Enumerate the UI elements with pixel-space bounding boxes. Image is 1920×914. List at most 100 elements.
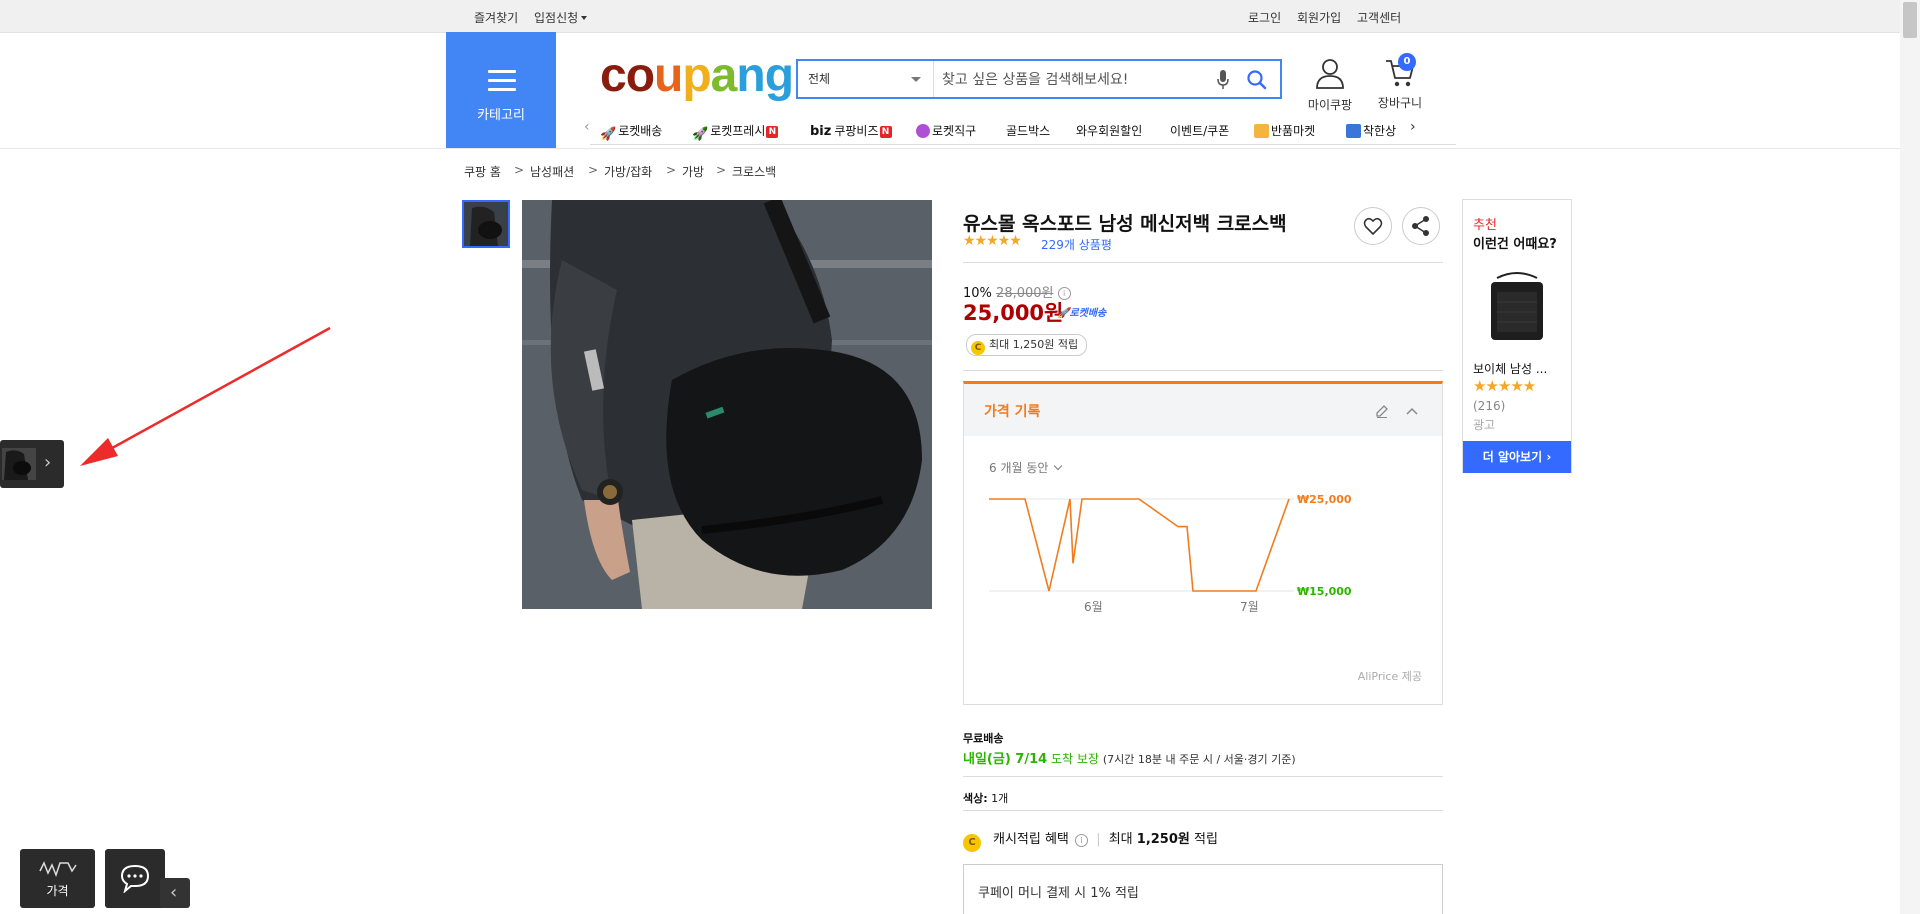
category-label: 카테고리 xyxy=(477,108,525,123)
coupay-box[interactable]: 쿠페이 머니 결제 시 1% 적립 xyxy=(963,864,1443,914)
recommend-label: 추천 xyxy=(1473,218,1497,233)
recommended-item-name[interactable]: 보이체 남성 ... xyxy=(1473,360,1547,377)
breadcrumb-item[interactable]: 남성패션 xyxy=(530,163,574,180)
nav-rocket-delivery[interactable]: 🚀 로켓배송 xyxy=(600,122,662,143)
breadcrumb-item[interactable]: 가방 xyxy=(682,163,704,180)
signup-link[interactable]: 회원가입 xyxy=(1297,9,1341,26)
price-tracker-widget[interactable]: 가격 xyxy=(20,849,95,908)
nav-item-label: 착한상 xyxy=(1363,124,1397,138)
arrival-condition: (7시간 18분 내 주문 시 / 서울·경기 기준) xyxy=(1102,753,1296,766)
rocket-icon: 🚀 xyxy=(1057,308,1070,319)
breadcrumb-item[interactable]: 가방/잡화 xyxy=(604,163,652,180)
nav-item-label: 쿠팡비즈 xyxy=(834,124,879,138)
review-count-link[interactable]: 229개 상품평 xyxy=(1041,236,1112,253)
chevron-left-icon[interactable]: ‹ xyxy=(584,119,590,135)
breadcrumb-item[interactable]: 크로스백 xyxy=(732,163,776,180)
delivery-eta: 내일(금) 7/14 도착 보장 (7시간 18분 내 주문 시 / 서울·경기… xyxy=(963,748,1296,767)
nav-item-label: 로켓프레시 xyxy=(710,124,766,138)
search-icon[interactable] xyxy=(1246,69,1268,91)
coupang-logo[interactable]: coupang xyxy=(600,48,794,103)
chevron-down-icon xyxy=(1054,461,1063,471)
edit-icon[interactable] xyxy=(1374,403,1390,419)
nav-item-label: 로켓배송 xyxy=(618,124,663,138)
coupay-text: 쿠페이 머니 결제 시 1% 적립 xyxy=(978,886,1139,901)
cash-max-prefix: 최대 xyxy=(1108,832,1133,847)
hamburger-icon xyxy=(488,70,516,97)
nav-gold-box[interactable]: 골드박스 xyxy=(1006,122,1050,139)
recommendation-panel: 추천 이런건 어때요? 보이체 남성 ... ★★★★★ (216) 광고 더 … xyxy=(1462,199,1572,473)
chevron-up-icon[interactable] xyxy=(1404,403,1420,419)
y-label-min: ₩15,000 xyxy=(1297,585,1352,598)
market-icon xyxy=(1254,124,1269,138)
product-title: 유스몰 옥스포드 남성 메신저백 크로스백 xyxy=(963,213,1287,235)
customer-center-link[interactable]: 고객센터 xyxy=(1357,9,1401,26)
nav-good-shop[interactable]: 착한상 xyxy=(1346,122,1416,139)
seller-apply-link[interactable]: 입점신청 xyxy=(534,9,588,26)
top-utility-bar: 즐겨찾기 입점신청 로그인 회원가입 고객센터 xyxy=(0,0,1900,33)
product-thumbnail[interactable] xyxy=(462,200,510,248)
price-history-title: 가격 기록 xyxy=(984,404,1041,420)
recommended-bag-image[interactable] xyxy=(1479,270,1555,346)
globe-rocket-icon xyxy=(916,124,930,138)
learn-more-button[interactable]: 더 알아보기 › xyxy=(1463,441,1571,473)
nav-item-label: 로켓직구 xyxy=(932,124,977,138)
mypage-button[interactable]: 마이쿠팡 xyxy=(1300,56,1360,113)
breadcrumb-separator: > xyxy=(514,163,525,177)
nav-return-market[interactable]: 반품마켓 xyxy=(1254,122,1315,139)
nav-rocket-fresh[interactable]: 🚀 로켓프레시 N xyxy=(692,122,779,143)
shop-icon xyxy=(1346,124,1361,138)
breadcrumb-item[interactable]: 쿠팡 홈 xyxy=(464,163,501,180)
divider xyxy=(963,262,1443,263)
recommended-item-reviews: (216) xyxy=(1473,399,1506,413)
recommend-question: 이런건 어때요? xyxy=(1473,237,1557,252)
divider xyxy=(963,810,1443,811)
collapse-widgets-button[interactable]: ‹ xyxy=(160,878,190,908)
favorites-link[interactable]: 즐겨찾기 xyxy=(474,9,518,26)
chat-widget[interactable] xyxy=(105,849,165,908)
seller-apply-label: 입점신청 xyxy=(534,11,579,25)
product-main-image[interactable] xyxy=(522,200,932,609)
chevron-right-icon: › xyxy=(1546,450,1552,464)
login-link[interactable]: 로그인 xyxy=(1248,9,1281,26)
cash-benefit-label: 캐시적립 혜택 xyxy=(993,832,1069,847)
ad-label: 광고 xyxy=(1473,418,1496,432)
recently-viewed-tab[interactable]: › xyxy=(0,440,64,488)
recent-product-thumbnail xyxy=(2,448,36,480)
microphone-icon[interactable] xyxy=(1216,69,1230,91)
chevron-right-icon[interactable]: › xyxy=(1410,119,1416,135)
mypage-label: 마이쿠팡 xyxy=(1307,98,1353,112)
color-option-label: 색상: xyxy=(963,792,988,805)
search-scope-select[interactable]: 전체 xyxy=(798,61,934,97)
divider xyxy=(963,370,1443,371)
share-button[interactable] xyxy=(1402,207,1440,245)
cart-label: 장바구니 xyxy=(1377,96,1423,110)
caret-down-icon xyxy=(911,77,921,82)
cash-max-amount: 1,250원 xyxy=(1136,832,1190,847)
share-icon xyxy=(1412,216,1429,236)
product-photo xyxy=(522,200,932,609)
biz-logo: biz xyxy=(810,124,832,139)
info-icon[interactable]: i xyxy=(1075,834,1089,847)
search-scope-value: 전체 xyxy=(808,72,831,86)
category-menu-button[interactable]: 카테고리 xyxy=(446,32,556,148)
scrollbar-thumb[interactable] xyxy=(1903,2,1917,38)
nav-item-label: 반품마켓 xyxy=(1271,124,1316,138)
thumbnail-image xyxy=(464,202,508,246)
user-icon xyxy=(1316,59,1344,89)
heart-icon xyxy=(1363,217,1383,236)
nav-wow-discount[interactable]: 와우회원할인 xyxy=(1076,122,1142,139)
color-option: 색상: 1개 xyxy=(963,790,1008,806)
nav-rocket-direct[interactable]: 로켓직구 xyxy=(916,122,976,139)
search-input[interactable] xyxy=(940,65,1204,95)
nav-coupang-biz[interactable]: biz 쿠팡비즈 N xyxy=(810,122,892,139)
new-badge: N xyxy=(766,126,779,138)
cash-max-suffix: 적립 xyxy=(1194,832,1218,847)
price-history-header: 가격 기록 xyxy=(964,384,1442,436)
nav-events-coupons[interactable]: 이벤트/쿠폰 xyxy=(1170,122,1229,139)
cash-benefit-row: C 캐시적립 혜택 i | 최대 1,250원 적립 xyxy=(963,828,1218,852)
price-history-card: 가격 기록 6 개월 동안 ₩25,000 ₩15,000 6월 7월 AliPric… xyxy=(963,381,1443,705)
rocket-delivery-label: 로켓배송 xyxy=(1069,308,1107,319)
page-scrollbar[interactable] xyxy=(1900,0,1920,914)
wishlist-button[interactable] xyxy=(1354,207,1392,245)
price-history-source: AliPrice 제공 xyxy=(1357,670,1422,683)
